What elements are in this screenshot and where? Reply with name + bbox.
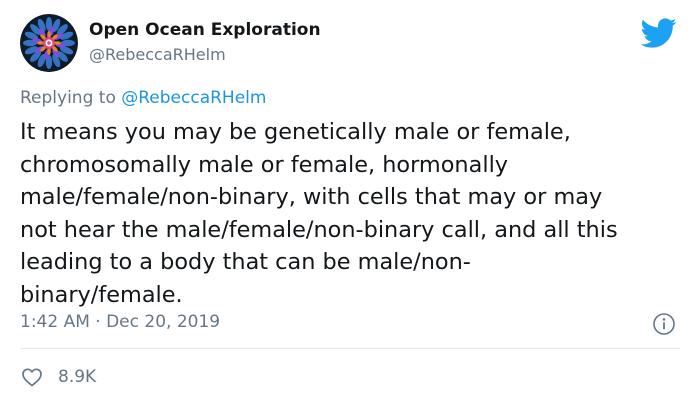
tweet-text: It means you may be genetically male or … — [20, 116, 680, 311]
tweet-text-line: It means you may be genetically male or … — [20, 119, 571, 145]
divider — [20, 348, 680, 349]
twitter-bird-icon[interactable] — [639, 14, 677, 52]
tweet-text-line: leading to a body that can be male/non- — [20, 249, 471, 275]
tweet-text-line: binary/female. — [20, 281, 183, 308]
info-icon[interactable] — [652, 312, 676, 336]
author-display-name[interactable]: Open Ocean Exploration — [89, 20, 321, 40]
like-count: 8.9K — [58, 367, 97, 387]
tweet-text-line: male/female/non-binary, with cells that … — [20, 184, 603, 210]
tweet-text-line: not hear the male/female/non-binary call… — [20, 216, 618, 243]
like-button[interactable]: 8.9K — [20, 362, 96, 392]
replying-to-mention[interactable]: @RebeccaRHelm — [121, 88, 266, 108]
tweet-text-line: chromosomally male or female, hormonally — [20, 151, 509, 178]
replying-to-label: Replying to — [20, 88, 116, 108]
tweet-timestamp[interactable]: 1:42 AM · Dec 20, 2019 — [20, 312, 220, 332]
replying-to: Replying to @RebeccaRHelm — [20, 88, 266, 108]
author-handle[interactable]: @RebeccaRHelm — [89, 45, 226, 64]
heart-icon — [22, 368, 42, 387]
avatar[interactable] — [20, 14, 78, 72]
